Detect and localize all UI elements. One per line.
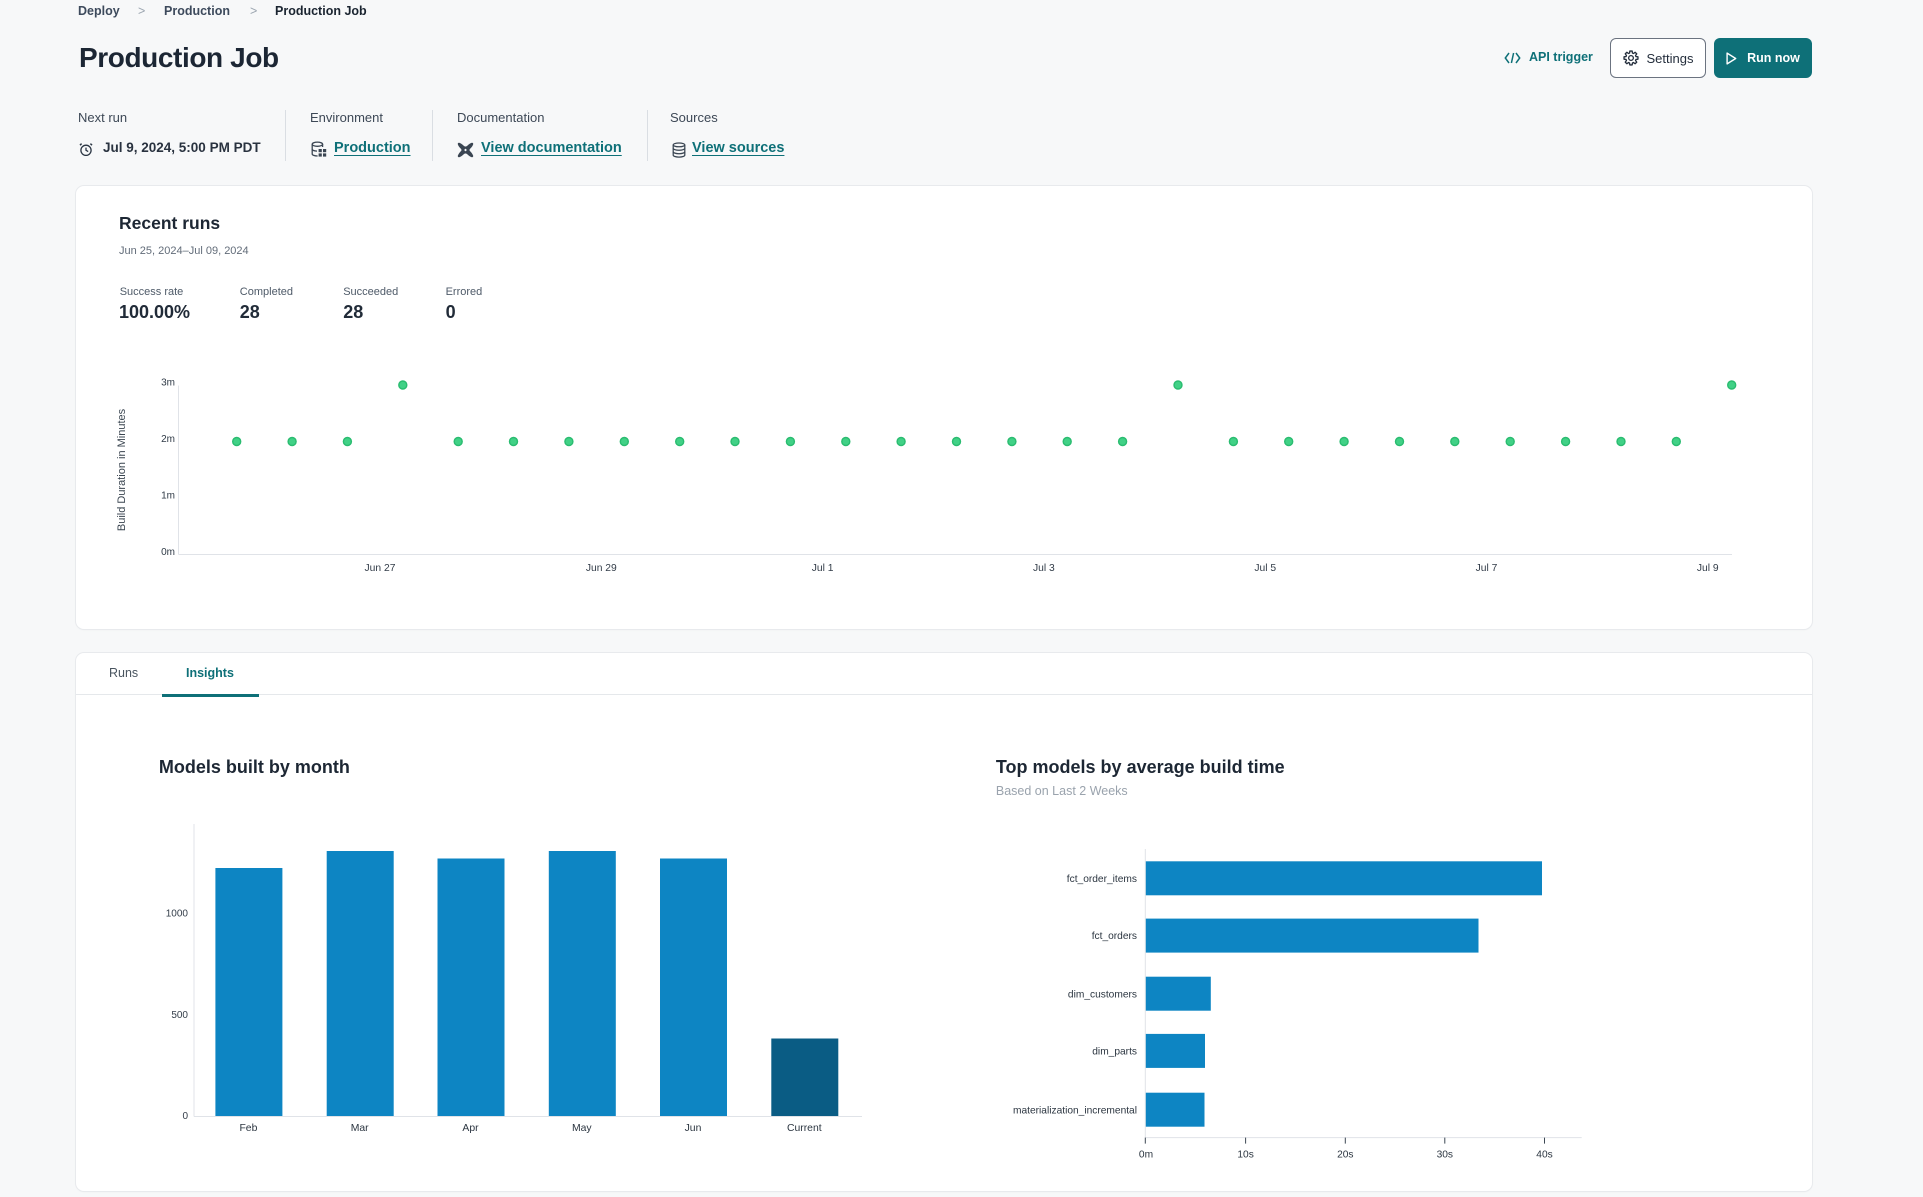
svg-text:Jul 1: Jul 1: [812, 563, 834, 574]
svg-text:Mar: Mar: [351, 1123, 369, 1134]
svg-text:20s: 20s: [1337, 1149, 1353, 1160]
svg-text:fct_orders: fct_orders: [1092, 931, 1137, 942]
svg-text:30s: 30s: [1437, 1149, 1453, 1160]
svg-text:0: 0: [182, 1111, 188, 1122]
svg-text:dim_customers: dim_customers: [1068, 989, 1137, 1000]
svg-text:Jul 7: Jul 7: [1476, 563, 1498, 574]
svg-text:500: 500: [171, 1010, 188, 1021]
svg-text:dim_parts: dim_parts: [1092, 1047, 1137, 1058]
svg-text:Jul 3: Jul 3: [1033, 563, 1055, 574]
svg-text:Feb: Feb: [239, 1123, 257, 1134]
svg-text:fct_order_items: fct_order_items: [1067, 874, 1137, 885]
svg-text:1m: 1m: [161, 490, 175, 501]
svg-text:Current: Current: [787, 1123, 822, 1134]
svg-text:Build Duration in Minutes: Build Duration in Minutes: [116, 408, 128, 531]
svg-text:10s: 10s: [1237, 1149, 1253, 1160]
svg-text:Jun 27: Jun 27: [365, 563, 396, 574]
svg-text:materialization_incremental: materialization_incremental: [1013, 1105, 1137, 1116]
svg-text:40s: 40s: [1536, 1149, 1552, 1160]
svg-text:1000: 1000: [166, 908, 189, 919]
svg-text:0m: 0m: [1139, 1149, 1153, 1160]
svg-text:2m: 2m: [161, 434, 175, 445]
svg-text:3m: 3m: [161, 378, 175, 389]
svg-text:Jul 9: Jul 9: [1697, 563, 1719, 574]
svg-text:Jul 5: Jul 5: [1254, 563, 1276, 574]
svg-text:Jun 29: Jun 29: [586, 563, 617, 574]
svg-text:May: May: [572, 1123, 592, 1134]
svg-text:Jun: Jun: [685, 1123, 702, 1134]
svg-text:0m: 0m: [161, 547, 175, 558]
svg-text:Apr: Apr: [462, 1123, 479, 1134]
